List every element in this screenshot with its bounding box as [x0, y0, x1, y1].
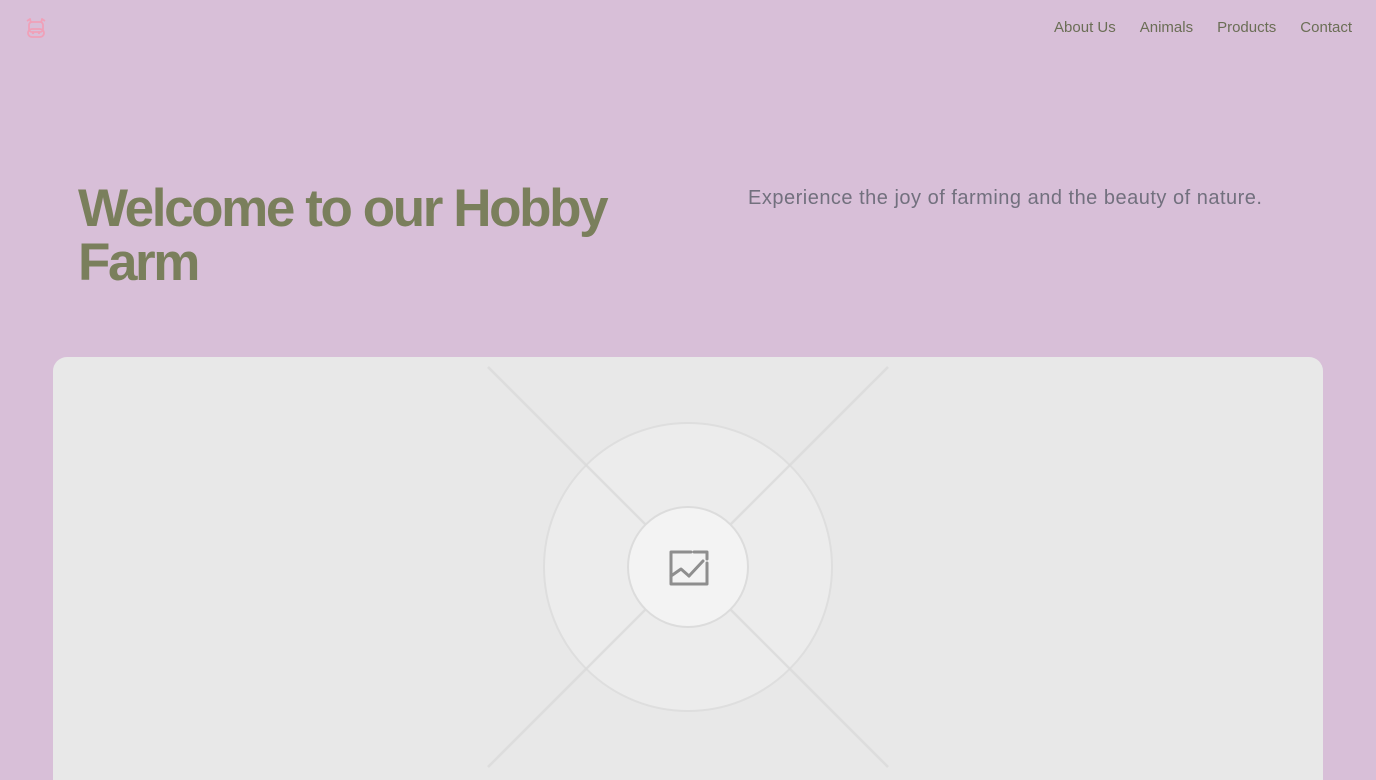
site-header: About Us Animals Products Contact: [0, 0, 1376, 56]
page: About Us Animals Products Contact Welcom…: [0, 0, 1376, 780]
nav-about-us[interactable]: About Us: [1054, 18, 1116, 38]
hero-subtitle: Experience the joy of farming and the be…: [748, 187, 1263, 209]
nav-products[interactable]: Products: [1217, 18, 1276, 38]
hero-image-placeholder: [53, 357, 1323, 780]
image-icon: [669, 550, 709, 586]
nav-contact[interactable]: Contact: [1300, 18, 1352, 38]
nav-animals[interactable]: Animals: [1140, 18, 1193, 38]
cow-face-icon[interactable]: [24, 17, 48, 39]
main-nav: About Us Animals Products Contact: [1054, 18, 1352, 38]
hero-title: Welcome to our Hobby Farm: [78, 179, 609, 292]
